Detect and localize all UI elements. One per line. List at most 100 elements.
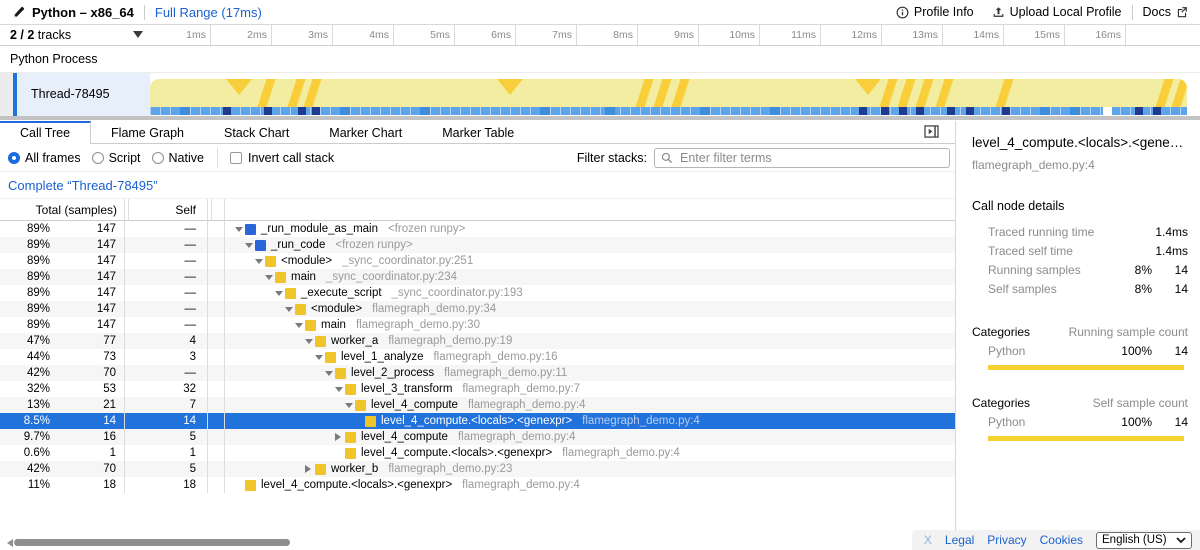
table-row[interactable]: 89%147—mainflamegraph_demo.py:30 [0, 317, 955, 333]
docs-link[interactable]: Docs [1143, 5, 1188, 19]
sample-segment [420, 107, 430, 115]
sidebar-function-name: level_4_compute.<locals>.<genexpr> [972, 135, 1188, 150]
ruler-tick: 5ms [394, 25, 455, 45]
table-row[interactable]: 47%774worker_aflamegraph_demo.py:19 [0, 333, 955, 349]
table-row[interactable]: 89%147—_run_module_as_main<frozen runpy> [0, 221, 955, 237]
radio-label[interactable]: All frames [25, 151, 81, 165]
tab-flame-graph[interactable]: Flame Graph [91, 121, 204, 143]
cell-total-percent: 42% [0, 463, 50, 475]
invert-call-stack-checkbox[interactable] [230, 152, 242, 164]
horizontal-scrollbar[interactable] [0, 538, 955, 548]
table-row[interactable]: 89%147—<module>flamegraph_demo.py:34 [0, 301, 955, 317]
expander-open-icon[interactable] [322, 367, 335, 380]
column-header-self[interactable]: Self [130, 199, 196, 221]
expander-closed-icon[interactable] [302, 465, 315, 473]
table-row[interactable]: 0.6%11level_4_compute.<locals>.<genexpr>… [0, 445, 955, 461]
cell-total-count: 70 [50, 367, 116, 379]
radio-script[interactable] [92, 152, 104, 164]
table-row[interactable]: 32%5332level_3_transformflamegraph_demo.… [0, 381, 955, 397]
radio-all-frames[interactable] [8, 152, 20, 164]
edit-pencil-icon[interactable] [12, 6, 25, 19]
cell-total-percent: 9.7% [0, 431, 50, 443]
scroll-left-arrow-icon[interactable] [3, 539, 13, 547]
table-row[interactable]: 42%70—level_2_processflamegraph_demo.py:… [0, 365, 955, 381]
expander-open-icon[interactable] [312, 351, 325, 364]
sample-strip [150, 107, 1187, 115]
yellow-category-square-icon [275, 272, 286, 283]
expander-open-icon[interactable] [262, 271, 275, 284]
tab-marker-chart[interactable]: Marker Chart [309, 121, 422, 143]
sample-segment-dark [916, 107, 924, 115]
thread-activity-graph[interactable] [150, 73, 1187, 116]
footer-link-cookies[interactable]: Cookies [1040, 533, 1083, 547]
complete-thread-link[interactable]: Complete “Thread-78495” [8, 178, 158, 193]
footer-link-privacy[interactable]: Privacy [987, 533, 1026, 547]
column-divider[interactable] [128, 199, 129, 221]
yellow-category-square-icon [295, 304, 306, 315]
tab-marker-table[interactable]: Marker Table [422, 121, 534, 143]
radio-label[interactable]: Script [109, 151, 141, 165]
table-row[interactable]: 8.5%1414level_4_compute.<locals>.<genexp… [0, 413, 955, 429]
expander-open-icon[interactable] [252, 255, 265, 268]
column-divider[interactable] [211, 199, 212, 221]
ruler-tick: 3ms [272, 25, 333, 45]
upload-profile-button[interactable]: Upload Local Profile [992, 5, 1122, 19]
thread-label[interactable]: Thread-78495 [17, 73, 150, 116]
full-range-button[interactable]: Full Range (17ms) [155, 5, 262, 20]
expander-open-icon[interactable] [272, 287, 285, 300]
table-row[interactable]: 13%217level_4_computeflamegraph_demo.py:… [0, 397, 955, 413]
expander-open-icon[interactable] [292, 319, 305, 332]
table-row[interactable]: 89%147—main_sync_coordinator.py:234 [0, 269, 955, 285]
radio-native[interactable] [152, 152, 164, 164]
tab-call-tree[interactable]: Call Tree [0, 121, 91, 144]
table-row[interactable]: 44%733level_1_analyzeflamegraph_demo.py:… [0, 349, 955, 365]
expander-open-icon[interactable] [342, 399, 355, 412]
expander-open-icon[interactable] [332, 383, 345, 396]
filter-stacks-input[interactable] [678, 150, 943, 166]
timeline-ruler[interactable]: 1ms2ms3ms4ms5ms6ms7ms8ms9ms10ms11ms12ms1… [150, 25, 1200, 45]
function-name: level_4_compute [371, 399, 458, 411]
table-row[interactable]: 89%147—_execute_script_sync_coordinator.… [0, 285, 955, 301]
expander-open-icon[interactable] [302, 335, 315, 348]
profile-info-label: Profile Info [914, 5, 974, 19]
expander-open-icon[interactable] [242, 239, 255, 252]
table-row[interactable]: 89%147—<module>_sync_coordinator.py:251 [0, 253, 955, 269]
tree-cell: level_4_compute.<locals>.<genexpr>flameg… [228, 479, 580, 491]
track-thread-row[interactable]: Thread-78495 [0, 73, 1200, 116]
table-row[interactable]: 89%147—_run_code<frozen runpy> [0, 237, 955, 253]
expander-open-icon[interactable] [232, 223, 245, 236]
sample-segment-dark [1002, 107, 1010, 115]
table-row[interactable]: 9.7%165level_4_computeflamegraph_demo.py… [0, 429, 955, 445]
tab-stack-chart[interactable]: Stack Chart [204, 121, 309, 143]
sidebar-toggle-icon[interactable] [924, 125, 939, 138]
function-name: <module> [281, 255, 332, 267]
language-select[interactable]: English (US) [1096, 532, 1192, 549]
categories-title: Categories [972, 325, 1030, 339]
expander-closed-icon[interactable] [332, 433, 345, 441]
profile-info-button[interactable]: Profile Info [896, 5, 974, 19]
tracks-count-dropdown[interactable]: 2 / 2 tracks [10, 25, 71, 45]
column-header-total[interactable]: Total (samples) [0, 199, 117, 221]
yellow-category-square-icon [345, 384, 356, 395]
track-resize-handle[interactable] [0, 116, 1200, 120]
chevron-down-icon[interactable] [133, 31, 143, 43]
file-location: flamegraph_demo.py:30 [356, 319, 480, 331]
track-process-row[interactable]: Python Process [0, 46, 1200, 73]
function-name: level_4_compute [361, 431, 448, 443]
table-row[interactable]: 11%1818level_4_compute.<locals>.<genexpr… [0, 477, 955, 493]
radio-label[interactable]: Native [169, 151, 204, 165]
footer-link-legal[interactable]: Legal [945, 533, 974, 547]
tree-cell: <module>flamegraph_demo.py:34 [228, 303, 496, 316]
sample-segment-dark [881, 107, 889, 115]
scrollbar-thumb[interactable] [14, 539, 290, 546]
footer-links: X Legal Privacy Cookies [924, 533, 1083, 547]
cell-total-percent: 89% [0, 239, 50, 251]
detail-label: Traced self time [988, 244, 1073, 258]
yellow-category-square-icon [315, 464, 326, 475]
table-row[interactable]: 42%705worker_bflamegraph_demo.py:23 [0, 461, 955, 477]
expander-open-icon[interactable] [282, 303, 295, 316]
footer-link-x[interactable]: X [924, 533, 932, 547]
ruler-tick: 10ms [699, 25, 760, 45]
function-name: level_4_compute.<locals>.<genexpr> [261, 479, 452, 491]
invert-call-stack-label[interactable]: Invert call stack [248, 151, 334, 165]
